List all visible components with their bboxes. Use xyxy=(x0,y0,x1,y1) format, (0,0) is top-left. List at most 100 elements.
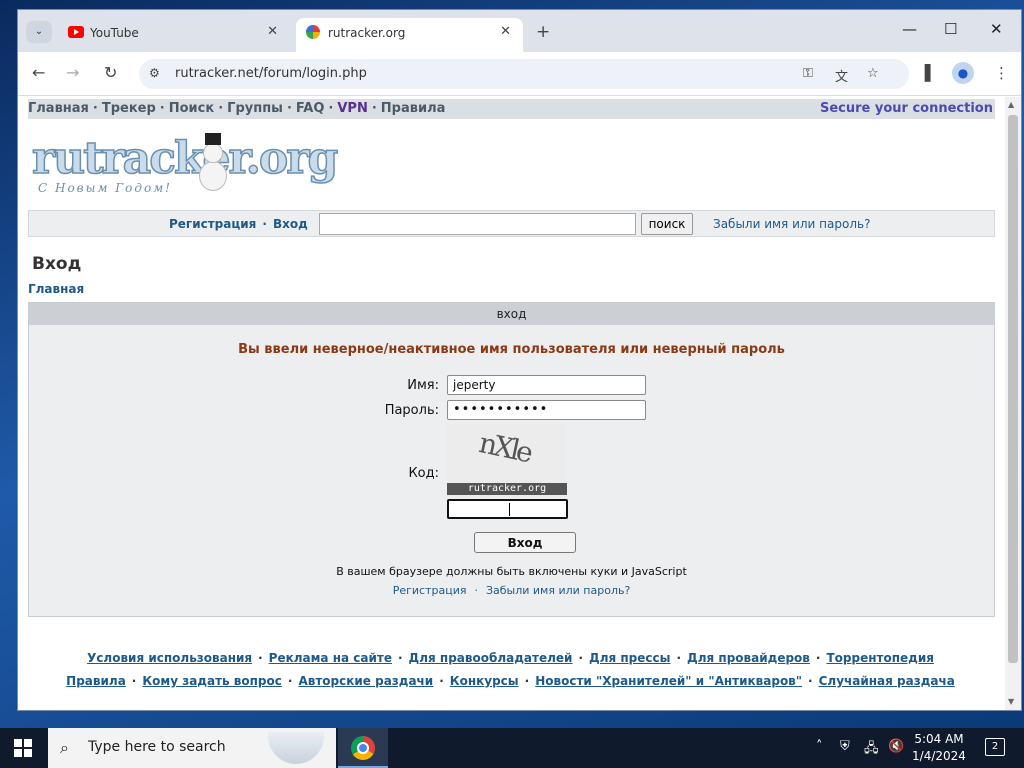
page-scrollbar[interactable]: ▲ ▼ xyxy=(1005,97,1021,710)
clock-date: 1/4/2024 xyxy=(912,749,966,763)
chevron-up-icon[interactable]: ˄ xyxy=(816,739,823,754)
taskbar-search-box[interactable]: ⌕ Type here to search xyxy=(48,728,336,768)
search-input[interactable] xyxy=(319,213,636,235)
footer-author-releases-link[interactable]: Авторские раздачи xyxy=(298,674,433,688)
search-icon: ⌕ xyxy=(60,738,69,757)
taskbar: ⌕ Type here to search ˄ ⛨ 🖧 🔇 5:04 AM 1/… xyxy=(0,728,1024,768)
footer-contests-link[interactable]: Конкурсы xyxy=(450,674,519,688)
site-logo[interactable]: rutracker.org С Новым Годом! xyxy=(31,132,339,197)
chrome-icon xyxy=(351,736,375,760)
person-icon: ● xyxy=(957,66,969,80)
nav-home[interactable]: Главная xyxy=(28,101,89,116)
footer-rules-link[interactable]: Правила xyxy=(66,674,126,688)
page-content: Главная · Трекер · Поиск · Группы · FAQ · VPN · Прав… xyxy=(18,97,1003,710)
rutracker-favicon-icon xyxy=(306,25,320,39)
tab-title: YouTube xyxy=(90,26,139,40)
volume-muted-icon[interactable]: 🔇 xyxy=(888,739,904,754)
footer-providers-link[interactable]: Для провайдеров xyxy=(687,651,810,665)
footer-ads-link[interactable]: Реклама на сайте xyxy=(269,651,392,665)
nav-groups[interactable]: Группы xyxy=(227,101,283,116)
register-link[interactable]: Регистрация xyxy=(393,584,467,597)
site-top-nav: Главная · Трекер · Поиск · Группы · FAQ · VPN · Прав… xyxy=(28,99,995,119)
password-label: Пароль: xyxy=(384,403,439,418)
username-input[interactable]: jeperty xyxy=(447,375,646,395)
nav-faq[interactable]: FAQ xyxy=(296,101,325,116)
notifications-button[interactable]: 2 xyxy=(985,738,1005,756)
address-bar[interactable]: ⚙ rutracker.net/forum/login.php ⚿ 文 ☆ xyxy=(139,59,909,89)
breadcrumb-home[interactable]: Главная xyxy=(28,282,84,296)
login-form: вход Вы ввели неверное/неактивное имя по… xyxy=(28,302,995,617)
tab-youtube[interactable]: YouTube ✕ xyxy=(58,18,290,52)
profile-avatar[interactable]: ● xyxy=(952,62,974,84)
site-info-icon[interactable]: ⚙ xyxy=(149,66,160,80)
translate-icon[interactable]: 文 xyxy=(835,66,848,85)
footer-torrentopedia-link[interactable]: Торрентопедия xyxy=(826,651,933,665)
clock-time: 5:04 AM xyxy=(914,732,964,746)
footer-random-release-link[interactable]: Случайная раздача xyxy=(819,674,955,688)
forgot-password-link[interactable]: Забыли имя или пароль? xyxy=(486,584,630,597)
kebab-menu-icon[interactable]: ⋮ xyxy=(994,64,1009,82)
footer-rightholders-link[interactable]: Для правообладателей xyxy=(409,651,573,665)
side-panel-icon[interactable]: ▐ xyxy=(919,64,931,82)
search-button[interactable]: поиск xyxy=(641,213,693,235)
star-icon[interactable]: ☆ xyxy=(867,66,879,81)
new-tab-button[interactable]: + xyxy=(536,22,550,42)
scroll-up-icon[interactable]: ▲ xyxy=(1008,100,1014,109)
footer-terms-link[interactable]: Условия использования xyxy=(87,651,252,665)
password-input[interactable]: ••••••••••• xyxy=(447,400,646,420)
scroll-down-icon[interactable]: ▼ xyxy=(1008,697,1014,706)
nav-search[interactable]: Поиск xyxy=(169,101,214,116)
close-icon[interactable]: ✕ xyxy=(267,24,278,39)
nav-vpn[interactable]: VPN xyxy=(337,101,367,116)
captcha-code-input[interactable] xyxy=(447,499,568,519)
browser-toolbar: ← → ↻ ⚙ rutracker.net/forum/login.php ⚿ … xyxy=(18,52,1021,96)
cookies-notice: В вашем браузере должны быть включены ку… xyxy=(336,565,687,578)
close-icon[interactable]: ✕ xyxy=(500,24,511,39)
login-link[interactable]: Вход xyxy=(273,217,308,231)
forgot-password-link[interactable]: Забыли имя или пароль? xyxy=(713,217,870,231)
logo-text: rutracker.org xyxy=(31,132,339,185)
footer-press-link[interactable]: Для прессы xyxy=(589,651,670,665)
url-text[interactable]: rutracker.net/forum/login.php xyxy=(175,66,367,81)
browser-window: ⌄ YouTube ✕ rutracker.org ✕ + — ☐ ✕ ← → … xyxy=(18,10,1021,710)
windows-start-button[interactable] xyxy=(14,739,32,757)
login-links: Регистрация · Вход xyxy=(169,217,308,231)
tab-title: rutracker.org xyxy=(328,26,406,40)
captcha-text: nXle xyxy=(476,426,534,469)
snowman-icon xyxy=(198,133,228,193)
login-form-links: Регистрация · Забыли имя или пароль? xyxy=(392,584,631,597)
network-icon[interactable]: 🖧 xyxy=(864,739,879,761)
register-link[interactable]: Регистрация xyxy=(169,217,256,231)
footer-row-1: Условия использования · Реклама на сайте · Д… xyxy=(87,651,934,665)
footer-row-2: Правила · Кому задать вопрос · Авторские раз… xyxy=(66,674,955,688)
footer-ask-link[interactable]: Кому задать вопрос xyxy=(142,674,282,688)
logo-subtitle: С Новым Годом! xyxy=(38,181,172,195)
window-close-button[interactable]: ✕ xyxy=(990,20,1003,38)
secure-connection-link[interactable]: Secure your connection xyxy=(820,101,993,116)
minimize-button[interactable]: — xyxy=(902,20,917,38)
tab-search-button[interactable]: ⌄ xyxy=(26,21,52,43)
taskbar-chrome-button[interactable] xyxy=(338,728,388,768)
login-search-bar: Регистрация · Вход поиск Забыли имя или па… xyxy=(28,210,995,237)
reload-button[interactable]: ↻ xyxy=(104,63,117,82)
forward-button[interactable]: → xyxy=(66,63,79,82)
footer-keepers-news-link[interactable]: Новости "Хранителей" и "Антикваров" xyxy=(535,674,802,688)
taskbar-clock[interactable]: 5:04 AM 1/4/2024 xyxy=(906,731,972,765)
page-title: Вход xyxy=(32,254,82,274)
top-nav-links: Главная · Трекер · Поиск · Группы · FAQ · VPN · Прав… xyxy=(28,101,446,116)
nav-rules[interactable]: Правила xyxy=(381,101,446,116)
captcha-image: nXle rutracker.org xyxy=(447,423,567,497)
login-submit-button[interactable]: Вход xyxy=(474,532,576,553)
taskbar-search-placeholder: Type here to search xyxy=(88,739,226,755)
tab-strip: ⌄ YouTube ✕ rutracker.org ✕ + — ☐ ✕ xyxy=(18,10,1021,52)
key-icon[interactable]: ⚿ xyxy=(803,66,813,81)
maximize-button[interactable]: ☐ xyxy=(944,20,957,38)
tab-rutracker[interactable]: rutracker.org ✕ xyxy=(296,18,523,52)
back-button[interactable]: ← xyxy=(32,63,45,82)
scroll-thumb[interactable] xyxy=(1008,115,1018,663)
youtube-favicon-icon xyxy=(68,26,84,38)
chevron-down-icon: ⌄ xyxy=(34,26,44,37)
error-message: Вы ввели неверное/неактивное имя пользов… xyxy=(238,342,785,357)
nav-tracker[interactable]: Трекер xyxy=(102,101,156,116)
security-icon[interactable]: ⛨ xyxy=(840,739,850,754)
